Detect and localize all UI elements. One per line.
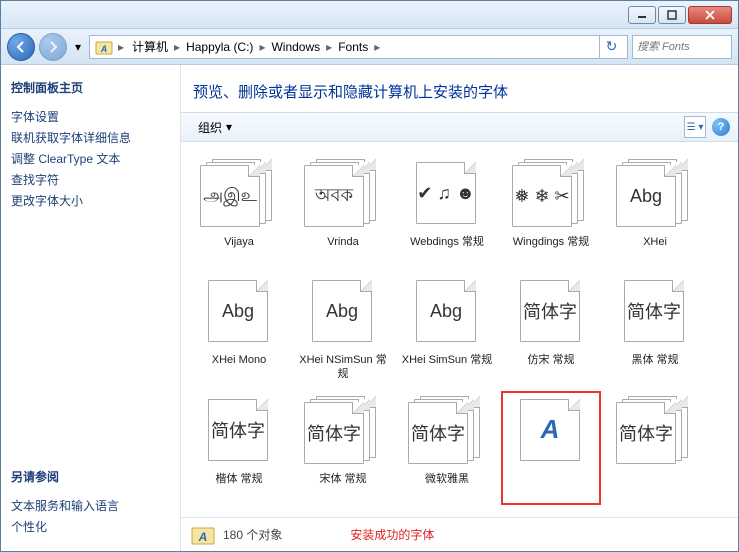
font-tile[interactable]: Abg XHei SimSun 常规 xyxy=(397,272,497,387)
sidebar-link[interactable]: 更改字体大小 xyxy=(11,190,170,211)
svg-text:A: A xyxy=(100,44,108,54)
font-thumbnail: A xyxy=(512,396,590,466)
refresh-button[interactable]: ↻ xyxy=(599,36,623,58)
status-note: 安装成功的字体 xyxy=(350,526,434,543)
font-thumbnail: ❅ ❄ ✂ xyxy=(512,159,590,229)
font-label: 楷体 常规 xyxy=(215,472,262,500)
font-label: XHei NSimSun 常规 xyxy=(296,353,390,382)
chevron-right-icon: ▸ xyxy=(172,40,182,54)
sidebar-header: 控制面板主页 xyxy=(11,79,170,96)
font-tile[interactable]: Abg XHei NSimSun 常规 xyxy=(293,272,393,387)
font-tile[interactable]: 简体字仿宋 常规 xyxy=(501,272,601,387)
font-tile[interactable]: 简体字宋体 常规 xyxy=(293,391,393,505)
sidebar-link[interactable]: 查找字符 xyxy=(11,169,170,190)
titlebar xyxy=(1,1,738,29)
status-count: 180 个对象 xyxy=(223,526,282,543)
sidebar: 控制面板主页 字体设置联机获取字体详细信息调整 ClearType 文本查找字符… xyxy=(1,65,181,551)
sidebar-link[interactable]: 调整 ClearType 文本 xyxy=(11,148,170,169)
maximize-button[interactable] xyxy=(658,6,686,24)
font-label: Vrinda xyxy=(327,235,358,263)
font-thumbnail: 简体字 xyxy=(616,396,694,466)
font-label: 黑体 常规 xyxy=(631,353,678,381)
font-thumbnail: Abg xyxy=(408,277,486,347)
font-label: Wingdings 常规 xyxy=(513,235,589,263)
view-options-button[interactable]: ☰ ▾ xyxy=(684,116,706,138)
breadcrumb-segment[interactable]: Happyla (C:) xyxy=(182,38,257,56)
close-button[interactable] xyxy=(688,6,732,24)
chevron-right-icon: ▸ xyxy=(257,40,267,54)
sidebar-link[interactable]: 联机获取字体详细信息 xyxy=(11,127,170,148)
nav-history-dropdown[interactable]: ▾ xyxy=(71,37,85,57)
font-thumbnail: அஇஉ xyxy=(200,159,278,229)
font-thumbnail: Abg xyxy=(200,277,278,347)
font-grid: அஇஉ Vijaya অবক Vrinda ✔ ♫ ☻ Webdings 常规 ❅ ❄ ✂ W… xyxy=(181,142,738,517)
chevron-down-icon: ▾ xyxy=(226,120,232,134)
search-field[interactable] xyxy=(637,41,727,53)
breadcrumb-segment[interactable]: Fonts xyxy=(334,38,372,56)
font-thumbnail: Abg xyxy=(304,277,382,347)
font-label: Vijaya xyxy=(224,235,254,263)
font-tile[interactable]: ✔ ♫ ☻ Webdings 常规 xyxy=(397,154,497,268)
see-also-header: 另请参阅 xyxy=(11,468,170,485)
help-button[interactable]: ? xyxy=(712,118,730,136)
font-thumbnail: 简体字 xyxy=(616,277,694,347)
font-tile[interactable]: 简体字微软雅黑 xyxy=(397,391,497,505)
font-thumbnail: 简体字 xyxy=(304,396,382,466)
chevron-right-icon: ▸ xyxy=(116,40,126,54)
font-label: XHei Mono xyxy=(212,353,266,381)
status-bar: A 180 个对象 安装成功的字体 xyxy=(181,517,738,551)
back-button[interactable] xyxy=(7,33,35,61)
font-thumbnail: অবক xyxy=(304,159,382,229)
font-tile[interactable]: 简体字黑体 常规 xyxy=(605,272,705,387)
folder-font-icon: A xyxy=(191,523,215,547)
breadcrumb[interactable]: A ▸ 计算机▸Happyla (C:)▸Windows▸Fonts▸ ↻ xyxy=(89,35,628,59)
organize-button[interactable]: 组织 ▾ xyxy=(189,115,241,140)
navbar: ▾ A ▸ 计算机▸Happyla (C:)▸Windows▸Fonts▸ ↻ xyxy=(1,29,738,65)
toolbar: 组织 ▾ ☰ ▾ ? xyxy=(181,112,738,142)
font-thumbnail: ✔ ♫ ☻ xyxy=(408,159,486,229)
font-tile[interactable]: 简体字 xyxy=(605,391,705,505)
font-thumbnail: 简体字 xyxy=(512,277,590,347)
chevron-right-icon: ▸ xyxy=(372,40,382,54)
font-label: 宋体 常规 xyxy=(319,472,366,500)
forward-button[interactable] xyxy=(39,33,67,61)
font-tile[interactable]: ❅ ❄ ✂ Wingdings 常规 xyxy=(501,154,601,268)
font-label: Webdings 常规 xyxy=(410,235,484,263)
main-panel: 预览、删除或者显示和隐藏计算机上安装的字体 组织 ▾ ☰ ▾ ? அஇஉ Vija… xyxy=(181,65,738,551)
font-tile[interactable]: 简体字楷体 常规 xyxy=(189,391,289,505)
folder-font-icon: A xyxy=(94,37,114,57)
font-label: XHei xyxy=(643,235,667,263)
font-label: XHei SimSun 常规 xyxy=(402,353,492,381)
page-title: 预览、删除或者显示和隐藏计算机上安装的字体 xyxy=(181,65,738,112)
see-also-link[interactable]: 文本服务和输入语言 xyxy=(11,495,170,516)
font-thumbnail: 简体字 xyxy=(408,396,486,466)
font-label: 仿宋 常规 xyxy=(527,353,574,381)
font-tile[interactable]: A xyxy=(501,391,601,505)
font-tile[interactable]: Abg XHei xyxy=(605,154,705,268)
font-label: 微软雅黑 xyxy=(425,472,469,500)
font-tile[interactable]: অবক Vrinda xyxy=(293,154,393,268)
svg-text:A: A xyxy=(198,530,208,544)
sidebar-link[interactable]: 字体设置 xyxy=(11,106,170,127)
chevron-right-icon: ▸ xyxy=(324,40,334,54)
minimize-button[interactable] xyxy=(628,6,656,24)
font-tile[interactable]: Abg XHei Mono xyxy=(189,272,289,387)
see-also-link[interactable]: 个性化 xyxy=(11,516,170,537)
search-input[interactable] xyxy=(632,35,732,59)
breadcrumb-segment[interactable]: 计算机 xyxy=(128,38,172,56)
font-thumbnail: Abg xyxy=(616,159,694,229)
font-thumbnail: 简体字 xyxy=(200,396,278,466)
font-tile[interactable]: அஇஉ Vijaya xyxy=(189,154,289,268)
breadcrumb-segment[interactable]: Windows xyxy=(267,38,324,56)
